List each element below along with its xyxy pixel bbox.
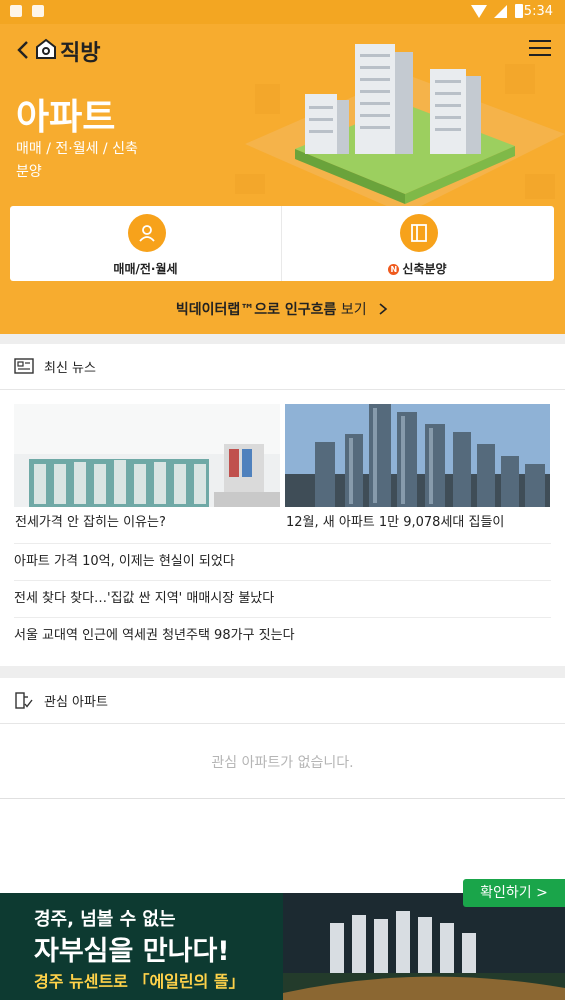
favorites-section-title: 관심 아파트 [44, 695, 108, 710]
status-bar: 5:34 [0, 0, 565, 24]
news-item[interactable]: 서울 교대역 인근에 역세권 청년주택 98가구 짓는다 [14, 617, 551, 654]
apartment-illustration [235, 44, 565, 214]
book-icon [400, 214, 438, 252]
ad-headline-1: 경주, 넘볼 수 없는 [34, 909, 176, 930]
news-featured-caption-1[interactable]: 전세가격 안 잡히는 이유는? [15, 511, 166, 530]
person-pin-icon [128, 214, 166, 252]
app-notification-icon-2 [32, 5, 44, 17]
news-item[interactable]: 아파트 가격 10억, 이제는 현실이 되었다 [14, 543, 551, 580]
trade-rent-label: 매매/전·월세 [113, 262, 178, 276]
zigbang-logo-icon [36, 38, 56, 59]
bigdata-suffix: 보기 [336, 302, 367, 318]
news-thumbnail-1[interactable] [14, 404, 280, 507]
bigdata-lab-link[interactable]: 빅데이터랩™으로 인구흐름 보기 [0, 299, 565, 319]
news-section-title: 최신 뉴스 [44, 361, 96, 376]
confirm-button[interactable]: 확인하기 > [463, 879, 565, 907]
app-notification-icon [10, 5, 22, 17]
page-title: 아파트 [16, 97, 116, 138]
divider [0, 798, 565, 799]
ad-banner[interactable]: 경주, 넘볼 수 없는 자부심을 만나다! 경주 뉴센트로 「에일린의 뜰」 [0, 893, 565, 1000]
hamburger-menu-icon[interactable] [529, 40, 551, 58]
news-thumbnail-2[interactable] [285, 404, 550, 507]
divider [0, 666, 565, 678]
battery-icon [515, 4, 523, 18]
wifi-icon [471, 5, 487, 18]
divider [0, 334, 565, 344]
trade-rent-card[interactable]: 매매/전·월세 [10, 206, 282, 281]
city-skyline-image [285, 404, 550, 507]
news-featured-caption-2[interactable]: 12월, 새 아파트 1만 9,078세대 집들이 [286, 511, 504, 530]
signal-icon [494, 5, 507, 18]
favorites-section-header: 관심 아파트 [0, 678, 565, 724]
ad-headline-3: 경주 뉴센트로 「에일린의 뜰」 [34, 972, 245, 991]
apartment-model-image [14, 404, 280, 507]
brand-name: 직방 [60, 41, 101, 66]
news-item[interactable]: 전세 찾다 찾다…'집값 싼 지역' 매매시장 불났다 [14, 580, 551, 617]
ad-headline-2: 자부심을 만나다! [34, 936, 230, 967]
bigdata-prefix: 빅데이터랩™으로 [175, 302, 285, 318]
new-sale-card[interactable]: N 신축분양 [282, 206, 553, 281]
chevron-right-icon [379, 303, 388, 315]
clock: 5:34 [523, 4, 553, 19]
new-sale-label: 신축분양 [402, 262, 447, 276]
building-check-icon [15, 692, 33, 709]
favorites-empty-message: 관심 아파트가 없습니다. [211, 755, 354, 771]
news-section-header: 최신 뉴스 [0, 344, 565, 390]
newspaper-icon [14, 358, 34, 374]
back-icon[interactable] [12, 38, 36, 62]
hero-banner: 직방 아파트 매매 / 전·월세 / 신축분양 매매/전·월세 N 신축분양 빅… [0, 24, 565, 334]
category-cards: 매매/전·월세 N 신축분양 [10, 206, 554, 281]
page-subtitle: 매매 / 전·월세 / 신축분양 [16, 141, 138, 180]
bigdata-highlight: 인구흐름 [284, 302, 337, 318]
new-sale-label-wrap: N 신축분양 [282, 260, 553, 277]
new-badge: N [388, 264, 400, 275]
